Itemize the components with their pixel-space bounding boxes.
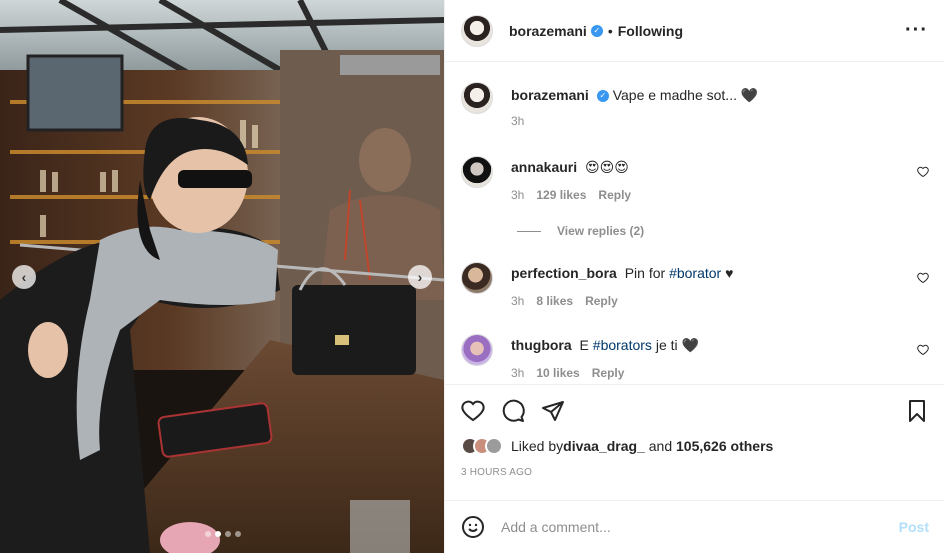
comment-text: Pin for [624,265,670,281]
comment-item: annakauri 😍😍😍 3h 129 likes Reply [461,156,929,202]
more-options-icon[interactable]: ··· [905,19,928,42]
commenter-avatar[interactable] [461,156,493,188]
comment-time: 3h [511,188,525,202]
comment-body: annakauri 😍😍😍 3h 129 likes Reply [511,156,929,202]
post-photo-image [0,0,444,553]
action-icons-row [461,385,929,437]
comment-like-heart-icon[interactable] [917,344,929,356]
commenter-avatar[interactable] [461,262,493,294]
liker-avatars [461,437,503,455]
likes-summary: Liked by divaa_drag_ and 105,626 others [461,437,929,455]
view-replies-label: View replies (2) [557,224,645,238]
comment-like-heart-icon[interactable] [917,272,929,284]
comment-time: 3h [511,294,525,308]
bookmark-save-icon[interactable] [905,399,929,423]
carousel-dot-active [215,531,221,537]
commenter-avatar[interactable] [461,334,493,366]
comment-text: 😍😍😍 [585,159,629,175]
comment-text-tail: je ti 🖤 [651,337,699,353]
comment-line: perfection_bora Pin for #borator ♥ [511,264,929,282]
post-caption: borazemani ✓ Vape e madhe sot... 🖤 3h [461,82,929,128]
reply-button[interactable]: Reply [592,366,625,380]
post-comment-button[interactable]: Post [899,519,929,535]
caption-text: Vape e madhe sot... 🖤 [612,87,759,103]
liked-by-prefix: Liked by [511,438,564,454]
share-send-icon[interactable] [541,399,565,423]
carousel-dot [225,531,231,537]
comment-line: thugbora E #borators je ti 🖤 [511,336,929,354]
caption-time: 3h [511,114,525,128]
hashtag-link[interactable]: #borator [669,265,721,281]
like-heart-icon[interactable] [461,399,485,423]
comment-bubble-icon[interactable] [501,399,525,423]
view-replies-rule [517,230,541,232]
commenter-username[interactable]: thugbora [511,337,572,353]
separator-dot: • [607,22,613,39]
liked-by-user-link[interactable]: divaa_drag_ [563,438,645,454]
view-replies-button[interactable]: View replies (2) [517,224,644,238]
post-timestamp[interactable]: 3 HOURS AGO [461,467,929,478]
comment-time: 3h [511,366,525,380]
carousel-dot [205,531,211,537]
comment-text: E [579,337,593,353]
reply-button[interactable]: Reply [585,294,618,308]
caption-meta: 3h [511,114,929,128]
comment-likes[interactable]: 10 likes [536,366,579,380]
comment-like-heart-icon[interactable] [917,166,929,178]
comment-line: annakauri 😍😍😍 [511,158,929,176]
comment-text-tail: ♥ [721,265,734,281]
comment-input[interactable] [501,519,899,535]
author-username[interactable]: borazemani [509,23,587,39]
verified-badge-icon: ✓ [596,90,609,103]
carousel-next-button[interactable]: › [408,265,432,289]
liked-by-others-link[interactable]: 105,626 others [676,438,773,454]
comment-likes[interactable]: 8 likes [536,294,573,308]
comment-meta: 3h 129 likes Reply [511,188,929,202]
post-actions: Liked by divaa_drag_ and 105,626 others … [445,384,944,500]
caption-author-username[interactable]: borazemani [511,87,589,103]
comment-composer: Post [445,500,944,553]
reply-button[interactable]: Reply [598,188,631,202]
caption-line: borazemani ✓ Vape e madhe sot... 🖤 [511,86,929,104]
caption-author-avatar[interactable] [461,82,493,114]
carousel-indicator [205,531,241,537]
commenter-username[interactable]: annakauri [511,159,577,175]
commenter-username[interactable]: perfection_bora [511,265,617,281]
liker-avatar [485,437,503,455]
caption-body: borazemani ✓ Vape e madhe sot... 🖤 3h [511,82,929,128]
comment-body: thugbora E #borators je ti 🖤 3h 10 likes… [511,334,929,380]
comment-likes[interactable]: 129 likes [536,188,586,202]
liked-by-and: and [644,438,677,454]
comment-meta: 3h 10 likes Reply [511,366,929,380]
comment-item: thugbora E #borators je ti 🖤 3h 10 likes… [461,334,929,380]
comment-meta: 3h 8 likes Reply [511,294,929,308]
post-sidebar: borazemani ✓ • Following ··· borazemani ✓… [444,0,944,553]
follow-status-button[interactable]: Following [618,23,683,39]
hashtag-link[interactable]: #borators [593,337,652,353]
author-avatar[interactable] [461,14,493,47]
verified-badge-icon: ✓ [590,24,603,37]
carousel-dot [235,531,241,537]
comments-list[interactable]: borazemani ✓ Vape e madhe sot... 🖤 3h ann… [445,62,944,384]
carousel-prev-button[interactable]: ‹ [12,265,36,289]
comment-item: perfection_bora Pin for #borator ♥ 3h 8 … [461,262,929,308]
post-header: borazemani ✓ • Following ··· [445,0,944,62]
post-photo[interactable]: ‹ › [0,0,444,553]
comment-body: perfection_bora Pin for #borator ♥ 3h 8 … [511,262,929,308]
emoji-icon[interactable] [461,515,485,539]
